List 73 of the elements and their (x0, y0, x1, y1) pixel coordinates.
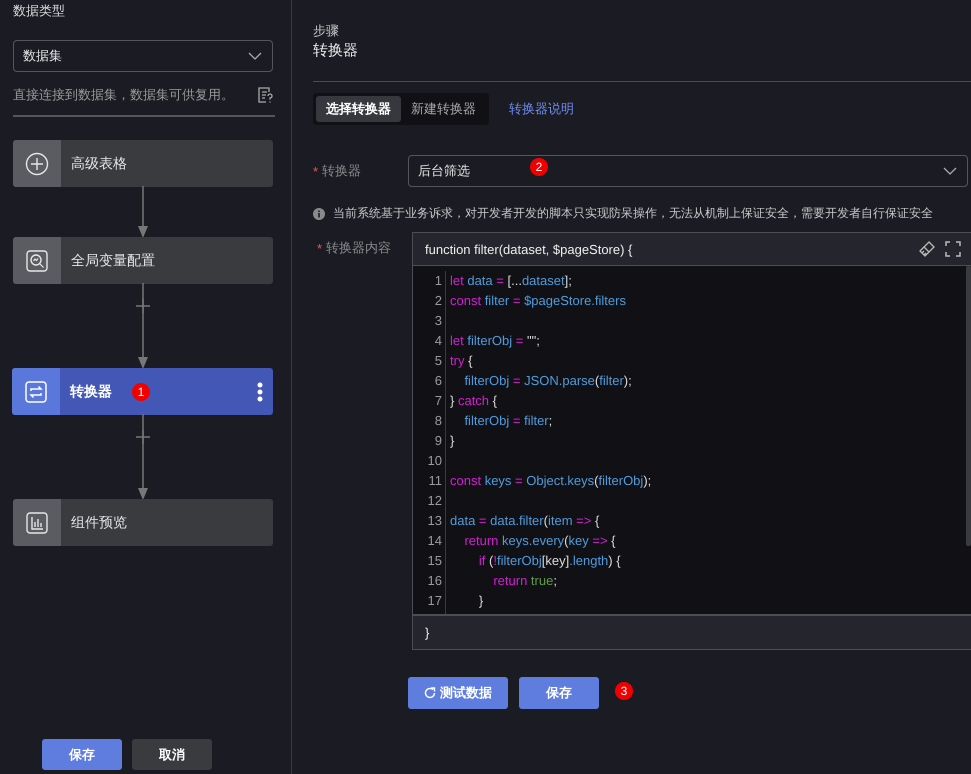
line-number: 5 (434, 352, 442, 370)
code-text: } (478, 592, 484, 610)
line-number: 16 (426, 572, 442, 590)
code-text: } catch { (450, 392, 498, 410)
line-number: 13 (426, 512, 442, 530)
swap-arrows-icon (24, 380, 48, 404)
step-card[interactable]: 高级表格 (13, 140, 273, 187)
scrollbar[interactable] (966, 266, 971, 546)
fullscreen-icon[interactable] (945, 241, 961, 257)
code-text: let data = [...dataset]; (450, 272, 572, 290)
tab[interactable]: 新建转换器 (401, 96, 486, 122)
document-help-icon[interactable] (257, 86, 273, 104)
line-number: 7 (434, 392, 442, 410)
number-badge: 3 (615, 682, 633, 700)
field-label: 转换器内容 (326, 239, 392, 257)
add-step-icon[interactable] (136, 430, 150, 444)
magnifier-icon (25, 248, 49, 272)
line-number: 17 (426, 592, 442, 610)
line-number: 3 (434, 312, 442, 330)
brush-icon[interactable] (919, 241, 935, 257)
save-button[interactable]: 保存 (42, 739, 122, 770)
chevron-down-icon (943, 167, 957, 175)
code-text: try { (450, 352, 472, 370)
code-text: function filter(dataset, $pageStore) { (425, 242, 632, 256)
required-mark: * (313, 164, 318, 178)
code-text: } (425, 625, 430, 640)
line-number: 10 (426, 452, 442, 470)
step-caption: 步骤 (313, 22, 340, 40)
number-badge: 1 (132, 382, 150, 400)
number-badge: 2 (530, 158, 548, 176)
step-card[interactable]: 全局变量配置 (13, 237, 273, 284)
code-text: const filter = $pageStore.filters (450, 292, 626, 310)
section-title: 数据类型 (13, 2, 66, 20)
line-number: 11 (428, 472, 442, 490)
line-number: 8 (434, 412, 442, 430)
line-number: 14 (426, 532, 442, 550)
line-number: 1 (434, 272, 442, 290)
code-text: const keys = Object.keys(filterObj); (450, 472, 652, 490)
line-number: 6 (434, 372, 442, 390)
page-title: 转换器 (313, 41, 359, 61)
notice-text: 当前系统基于业务诉求，对开发者开发的脚本只实现防呆操作，无法从机制上保证安全，需要开发者自行保证安全 (333, 205, 933, 222)
cancel-button[interactable]: 取消 (132, 739, 212, 770)
data-source-select[interactable]: 数据集 (13, 40, 273, 72)
bar-chart-icon (25, 510, 49, 534)
refresh-icon (424, 687, 436, 699)
chevron-down-icon (248, 52, 262, 60)
plus-circle-icon (25, 152, 49, 176)
save-button[interactable]: 保存 (519, 677, 599, 709)
converter-select[interactable]: 后台筛选 2 (408, 155, 968, 187)
code-text: return true; (492, 572, 557, 590)
code-text: filterObj = JSON.parse(filter); (463, 372, 632, 390)
help-text: 直接连接到数据集，数据集可供复用。 (13, 86, 234, 104)
required-mark: * (317, 240, 322, 256)
code-text: filterObj = filter; (463, 412, 552, 430)
line-number: 2 (434, 292, 442, 310)
field-label: 转换器 (322, 162, 362, 180)
more-vertical-icon[interactable] (257, 382, 263, 402)
code-text: data = data.filter(item => { (450, 512, 600, 530)
code-text: let filterObj = ""; (450, 332, 540, 350)
step-card[interactable]: 转换器 1 (12, 368, 273, 415)
info-icon (313, 208, 325, 220)
tab[interactable]: 选择转换器 (316, 96, 401, 122)
line-number: 4 (434, 332, 442, 350)
code-text: } (450, 432, 454, 450)
test-data-button[interactable]: 测试数据 (408, 677, 508, 709)
line-number: 15 (426, 552, 442, 570)
add-step-icon[interactable] (136, 299, 150, 313)
help-link[interactable]: 转换器说明 (509, 100, 574, 118)
line-number: 12 (426, 492, 442, 510)
step-card[interactable]: 组件预览 (13, 499, 273, 546)
code-text: return keys.every(key => { (463, 532, 616, 550)
code-text: if (!filterObj[key].length) { (478, 552, 621, 570)
line-number: 9 (434, 432, 442, 450)
